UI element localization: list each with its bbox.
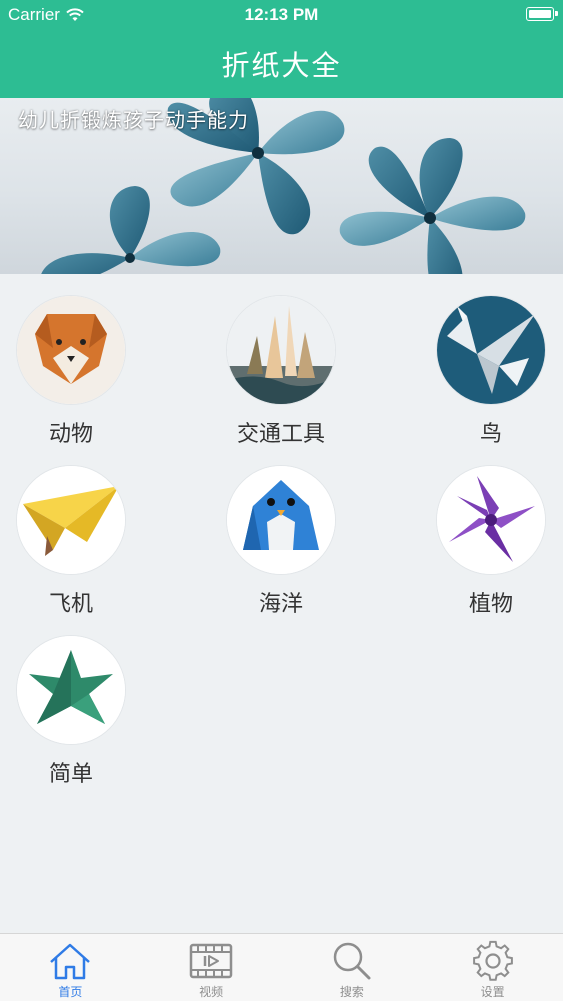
- category-label: 动物: [48, 422, 93, 447]
- category-plants[interactable]: 植物: [416, 466, 563, 618]
- tab-label: 设置: [480, 985, 505, 999]
- banner-caption: 幼儿折锻炼孩子动手能力: [18, 108, 249, 132]
- category-vehicles[interactable]: 交通工具: [206, 296, 356, 448]
- category-birds[interactable]: 鸟: [416, 296, 563, 448]
- page-title: 折纸大全: [221, 49, 342, 82]
- penguin-origami-icon[interactable]: [227, 466, 335, 574]
- tab-video[interactable]: 视频: [141, 934, 282, 1001]
- status-bar: Carrier 12:13 PM: [0, 0, 563, 30]
- gear-icon: [472, 940, 513, 981]
- tab-bar: 首页 视频 搜索 设置: [0, 933, 563, 1001]
- flower-origami-icon[interactable]: [437, 466, 545, 574]
- category-label: 海洋: [258, 592, 303, 617]
- category-label: 交通工具: [236, 422, 325, 447]
- tab-label: 首页: [58, 985, 83, 999]
- dog-origami-icon[interactable]: [17, 296, 125, 404]
- status-time: 12:13 PM: [244, 5, 319, 24]
- video-icon: [189, 943, 233, 979]
- tab-label: 搜索: [339, 985, 364, 999]
- category-label: 植物: [468, 592, 513, 617]
- category-ocean[interactable]: 海洋: [206, 466, 356, 618]
- tab-label: 视频: [199, 985, 224, 999]
- tab-home[interactable]: 首页: [0, 934, 141, 1001]
- tab-search[interactable]: 搜索: [282, 934, 423, 1001]
- nav-bar: 折纸大全: [0, 30, 563, 98]
- home-icon: [50, 943, 91, 980]
- search-icon: [333, 942, 371, 980]
- sailboat-origami-icon[interactable]: [227, 296, 335, 404]
- category-airplanes[interactable]: 飞机: [0, 466, 146, 618]
- crane-origami-icon[interactable]: [437, 296, 545, 404]
- category-label: 飞机: [48, 592, 93, 617]
- banner-carousel[interactable]: 幼儿折锻炼孩子动手能力: [0, 98, 563, 274]
- category-simple[interactable]: 简单: [0, 636, 146, 788]
- battery-icon: [526, 7, 558, 21]
- category-label: 鸟: [479, 422, 502, 447]
- category-animals[interactable]: 动物: [0, 296, 146, 448]
- star-origami-icon[interactable]: [17, 636, 125, 744]
- paper-plane-origami-icon[interactable]: [17, 466, 125, 574]
- category-label: 简单: [48, 762, 93, 787]
- tab-settings[interactable]: 设置: [422, 934, 563, 1001]
